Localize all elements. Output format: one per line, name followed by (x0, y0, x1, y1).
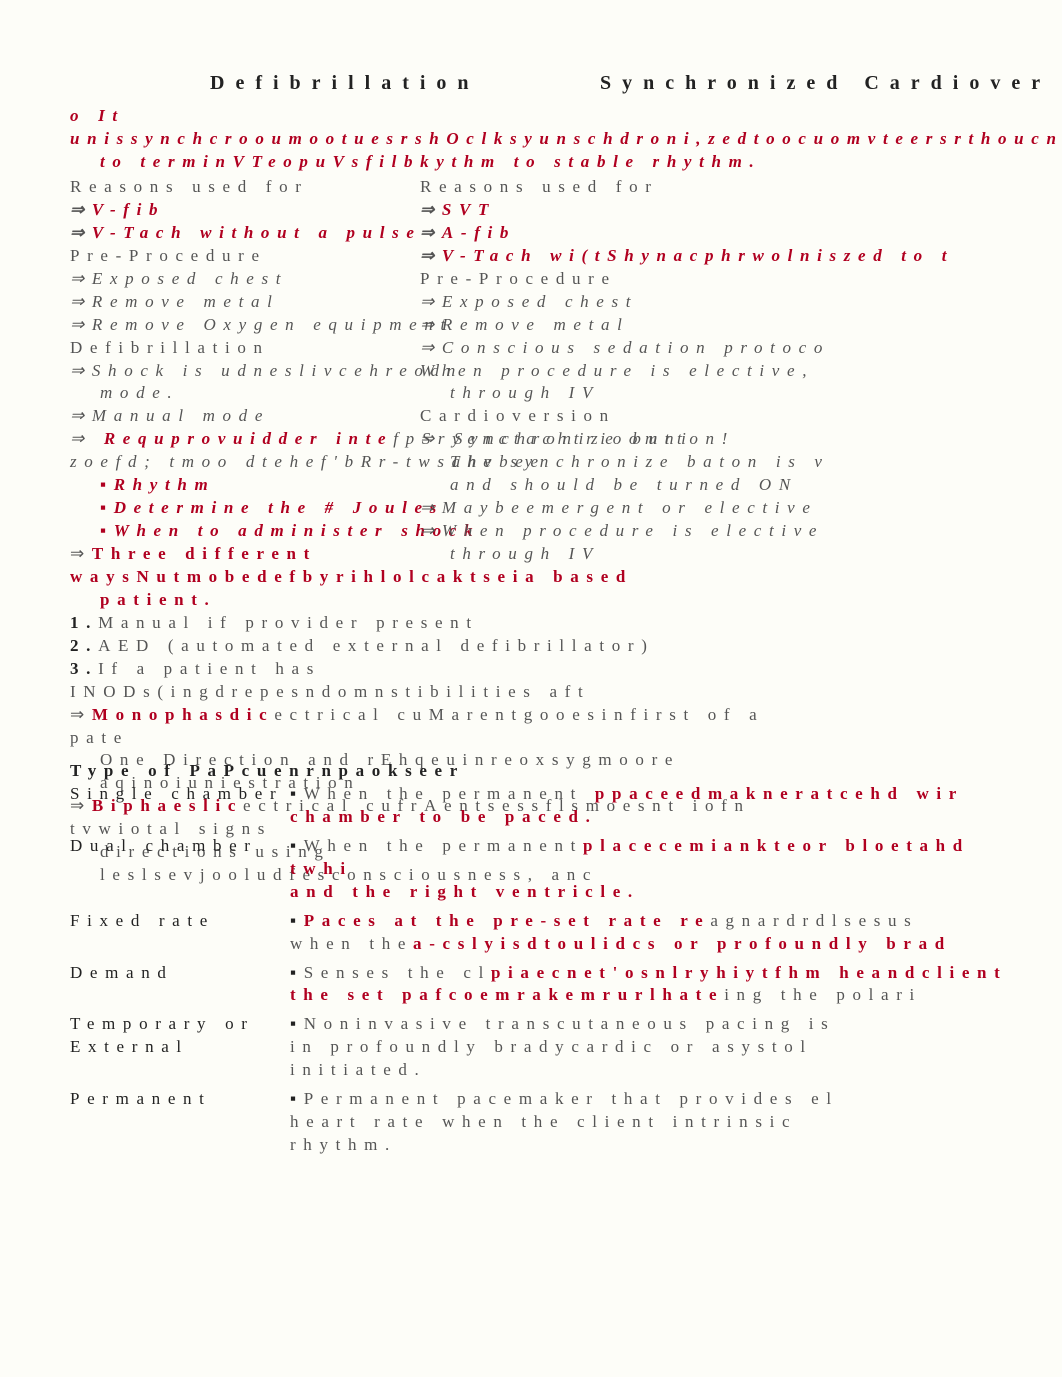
row-desc: When the permanent ppaceedmakneratcehd w… (290, 783, 1030, 829)
cardio-iv2: through IV (450, 543, 1062, 566)
mono-line: Monophasdicectrical cuMarentgooesinfirst… (70, 704, 770, 750)
label-cardio: Cardioversion (420, 405, 1062, 428)
table-row: Dual chamber When the permanentplacecemi… (70, 835, 1030, 904)
three-n1: 1.Manual if provider present (70, 612, 770, 635)
row-desc: Noninvasive transcutaneous pacing is in … (290, 1013, 1030, 1082)
preproc-right-1: Exposed chest (420, 291, 1062, 314)
cardio-emerg: Maybeemergent or elective (420, 497, 1062, 520)
cardio-iv: through IV (450, 382, 1062, 405)
usedfor-right-3: V-Tach wi(tShynacphrwolniszed to t (420, 245, 1062, 268)
table-row: Permanent Permanent pacemaker that provi… (70, 1088, 1030, 1157)
label-preproc-right: Pre-Procedure (420, 268, 1062, 291)
heading-cardioversion: Synchronized Cardiover (600, 70, 1051, 97)
preproc-right-2: Remove metal (420, 314, 1062, 337)
table-row: Demand Senses the clpiaecnet'osnlryhiytf… (70, 962, 1030, 1008)
table-row: Single chamber When the permanent ppacee… (70, 783, 1030, 829)
pacemaker-heading: Type of PaPcuenrnpaokseer (70, 760, 1030, 783)
row-label: Dual chamber (70, 835, 290, 858)
table-row: Fixed rate Paces at the pre-set rate rea… (70, 910, 1030, 956)
column-right: Reasons used for SVT A-fib V-Tach wi(tSh… (420, 120, 1062, 566)
row-label: Temporary or External (70, 1013, 290, 1059)
label-usedfor-right: Reasons used for (420, 176, 1062, 199)
row-label: Demand (70, 962, 290, 985)
cardio-sync: Synchronize Synchronize button!button! (420, 428, 1062, 451)
row-label: Fixed rate (70, 910, 290, 933)
document-page: { "headers": { "left": "Defibrillation",… (0, 0, 1062, 1377)
three-line2: patient. (100, 589, 770, 612)
row-desc: When the permanentplacecemiankteor bloet… (290, 835, 1030, 904)
row-desc: Senses the clpiaecnet'osnlryhiytfhm hean… (290, 962, 1030, 1008)
cardio-sync-c: and should be turned ON (450, 474, 1062, 497)
row-label: Single chamber (70, 783, 290, 806)
usedfor-right-2: A-fib (420, 222, 1062, 245)
table-row: Temporary or External Noninvasive transc… (70, 1013, 1030, 1082)
cardio-elective: When procedure is elective, (420, 360, 1062, 383)
three-n3: 3.If a patient has INODs(ingdrepesndomns… (70, 658, 770, 704)
usedfor-right-1: SVT (420, 199, 1062, 222)
three-n2: 2.AED (automated external defibrillator) (70, 635, 770, 658)
preproc-right-3: Conscious sedation protoco (420, 337, 1062, 360)
row-label: Permanent (70, 1088, 290, 1111)
row-desc: Paces at the pre-set rate reagnardrdlses… (290, 910, 1030, 956)
heading-defibrillation: Defibrillation (210, 70, 480, 97)
cardio-elective2: When procedure is elective (420, 520, 1062, 543)
row-desc: Permanent pacemaker that provides el hea… (290, 1088, 1030, 1157)
cardio-sync-b: The synchronize baton is v (450, 451, 1062, 474)
pacemaker-section: Type of PaPcuenrnpaokseer Single chamber… (70, 760, 1030, 1163)
